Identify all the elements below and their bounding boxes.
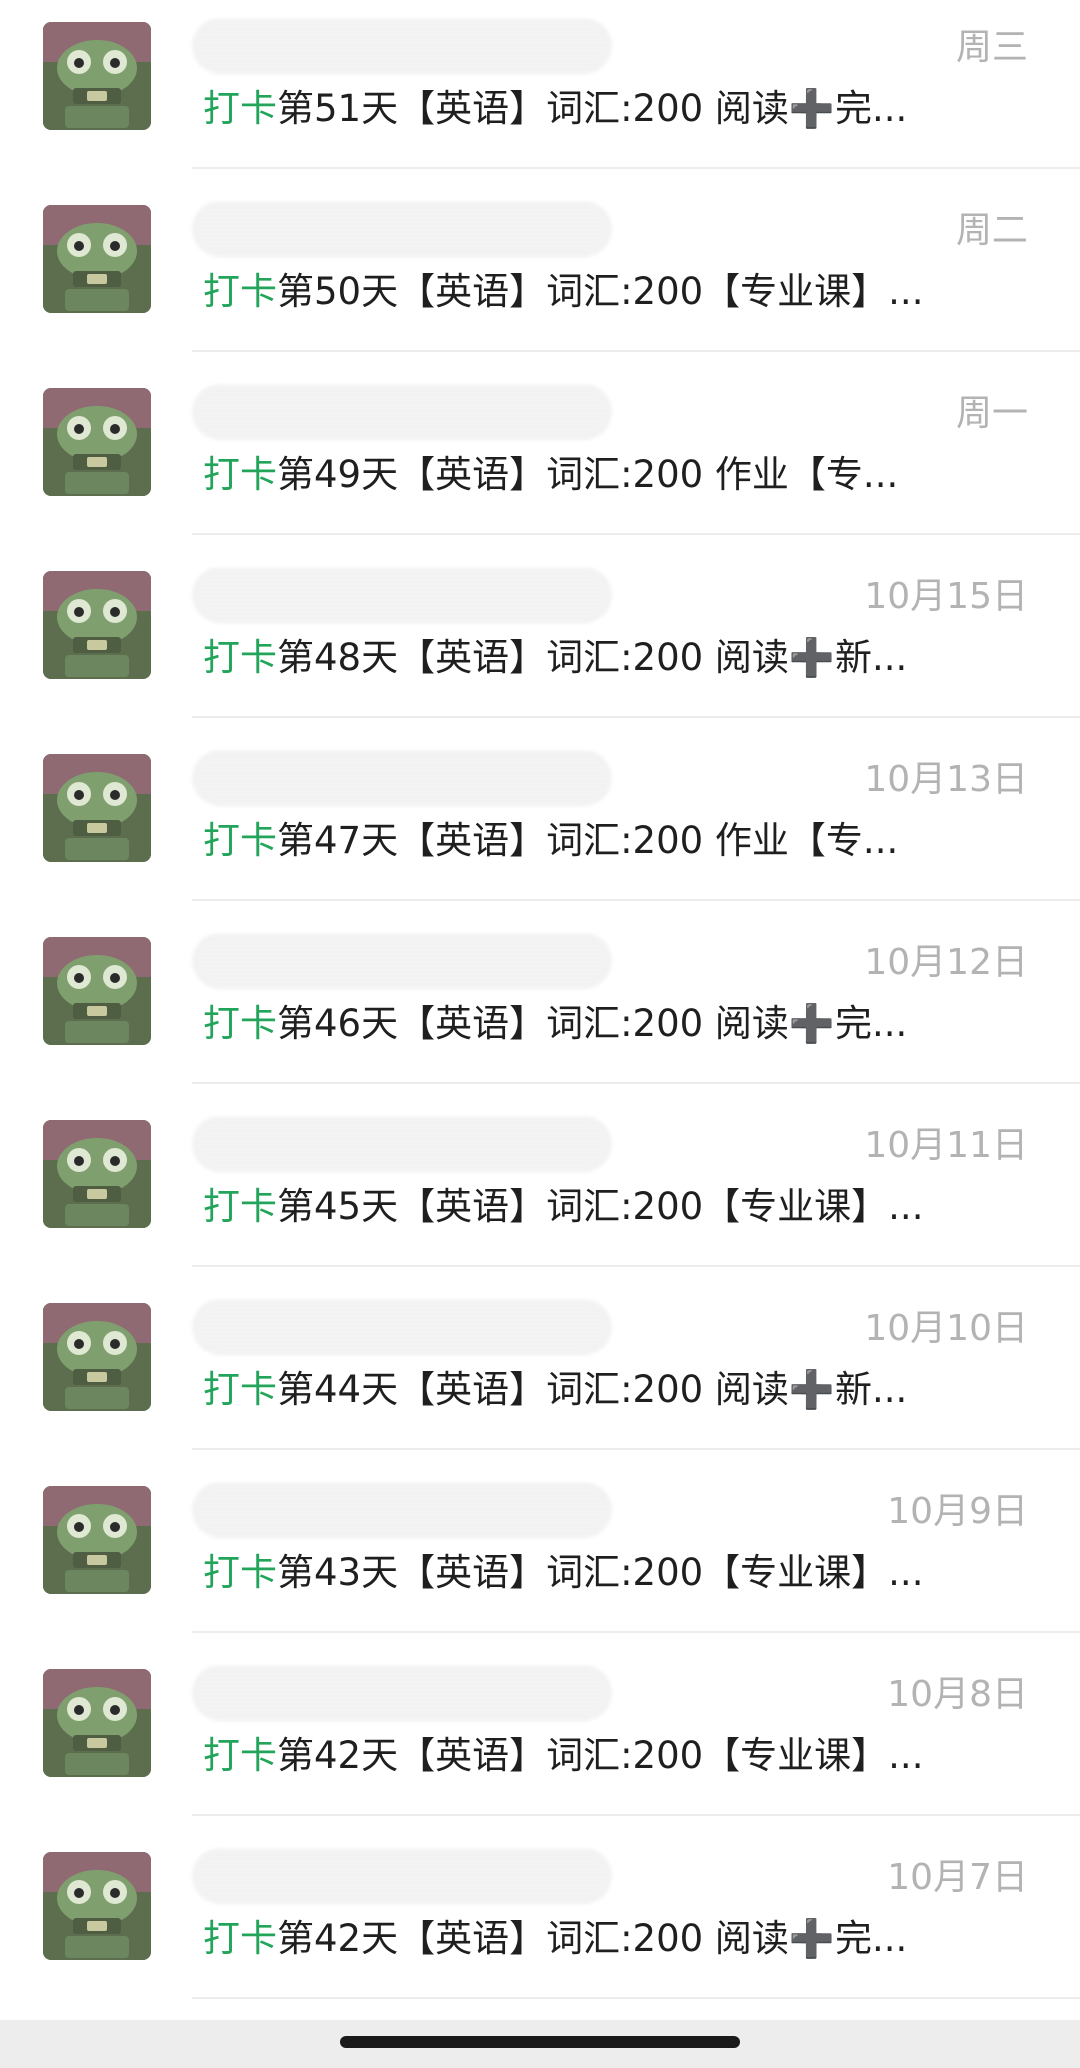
chat-preview-text: 第45天【英语】词汇:200【专业课】...	[277, 1185, 924, 1228]
avatar[interactable]	[43, 22, 151, 130]
avatar[interactable]	[43, 1669, 151, 1777]
chat-time: 周一	[955, 393, 1028, 434]
checkin-tag: 打卡	[203, 1551, 277, 1594]
avatar[interactable]	[43, 754, 151, 862]
avatar[interactable]	[43, 571, 151, 679]
redacted-contact-name	[192, 18, 612, 74]
redacted-contact-name	[192, 933, 612, 989]
checkin-tag: 打卡	[203, 1185, 277, 1228]
divider	[192, 1082, 1080, 1084]
avatar[interactable]	[43, 388, 151, 496]
chat-time: 10月10日	[864, 1308, 1028, 1349]
chat-preview-text: 第46天【英语】词汇:200 阅读➕完...	[277, 1002, 908, 1045]
divider	[192, 533, 1080, 535]
checkin-tag: 打卡	[203, 270, 277, 313]
redacted-contact-name	[192, 1299, 612, 1355]
chat-preview: 打卡第49天【英语】词汇:200 作业【专...	[203, 450, 1003, 500]
divider	[192, 1631, 1080, 1633]
chat-preview-text: 第48天【英语】词汇:200 阅读➕新...	[277, 636, 908, 679]
chat-preview: 打卡第42天【英语】词汇:200 阅读➕完...	[203, 1914, 1003, 1964]
avatar[interactable]	[43, 937, 151, 1045]
chat-time: 10月11日	[864, 1125, 1028, 1166]
chat-item[interactable]: 10月8日打卡第42天【英语】词汇:200【专业课】...	[0, 1647, 1080, 1830]
home-bar-area	[0, 2020, 1080, 2068]
checkin-tag: 打卡	[203, 1368, 277, 1411]
home-indicator[interactable]	[340, 2036, 740, 2048]
divider	[192, 899, 1080, 901]
chat-preview: 打卡第50天【英语】词汇:200【专业课】...	[203, 267, 1003, 317]
chat-preview-text: 第47天【英语】词汇:200 作业【专...	[277, 819, 899, 862]
chat-preview: 打卡第45天【英语】词汇:200【专业课】...	[203, 1182, 1003, 1232]
redacted-contact-name	[192, 1848, 612, 1904]
chat-item[interactable]: 10月9日打卡第43天【英语】词汇:200【专业课】...	[0, 1464, 1080, 1647]
chat-preview: 打卡第46天【英语】词汇:200 阅读➕完...	[203, 999, 1003, 1049]
divider	[192, 716, 1080, 718]
checkin-tag: 打卡	[203, 1917, 277, 1960]
avatar[interactable]	[43, 1852, 151, 1960]
chat-preview-text: 第49天【英语】词汇:200 作业【专...	[277, 453, 899, 496]
divider	[192, 1448, 1080, 1450]
divider	[192, 167, 1080, 169]
divider	[192, 1265, 1080, 1267]
redacted-contact-name	[192, 1665, 612, 1721]
chat-preview-text: 第51天【英语】词汇:200 阅读➕完...	[277, 87, 908, 130]
divider	[192, 1997, 1080, 1999]
chat-preview: 打卡第47天【英语】词汇:200 作业【专...	[203, 816, 1003, 866]
checkin-tag: 打卡	[203, 636, 277, 679]
chat-preview: 打卡第42天【英语】词汇:200【专业课】...	[203, 1731, 1003, 1781]
chat-list: 周三 打卡第51天【英语】词汇:200 阅读➕完... 周二 打卡第50天【英语】词…	[0, 0, 1080, 2020]
avatar[interactable]	[43, 1486, 151, 1594]
chat-item[interactable]: 周三打卡第51天【英语】词汇:200 阅读➕完...	[0, 0, 1080, 183]
chat-time: 10月9日	[887, 1491, 1028, 1532]
chat-item[interactable]: 10月15日打卡第48天【英语】词汇:200 阅读➕新...	[0, 549, 1080, 732]
chat-preview: 打卡第44天【英语】词汇:200 阅读➕新...	[203, 1365, 1003, 1415]
checkin-tag: 打卡	[203, 87, 277, 130]
chat-item[interactable]: 10月12日打卡第46天【英语】词汇:200 阅读➕完...	[0, 915, 1080, 1098]
chat-time: 10月13日	[864, 759, 1028, 800]
checkin-tag: 打卡	[203, 453, 277, 496]
chat-preview: 打卡第43天【英语】词汇:200【专业课】...	[203, 1548, 1003, 1598]
chat-preview-text: 第43天【英语】词汇:200【专业课】...	[277, 1551, 924, 1594]
avatar[interactable]	[43, 1120, 151, 1228]
checkin-tag: 打卡	[203, 819, 277, 862]
chat-preview-text: 第42天【英语】词汇:200 阅读➕完...	[277, 1917, 908, 1960]
chat-preview-text: 第44天【英语】词汇:200 阅读➕新...	[277, 1368, 908, 1411]
redacted-contact-name	[192, 567, 612, 623]
divider	[192, 350, 1080, 352]
chat-time: 周三	[955, 27, 1028, 68]
chat-item[interactable]: 10月7日打卡第42天【英语】词汇:200 阅读➕完...	[0, 1830, 1080, 2013]
divider	[192, 1814, 1080, 1816]
chat-time: 周二	[955, 210, 1028, 251]
chat-time: 10月12日	[864, 942, 1028, 983]
avatar[interactable]	[43, 1303, 151, 1411]
chat-item[interactable]: 10月10日打卡第44天【英语】词汇:200 阅读➕新...	[0, 1281, 1080, 1464]
chat-item[interactable]: 10月11日打卡第45天【英语】词汇:200【专业课】...	[0, 1098, 1080, 1281]
redacted-contact-name	[192, 384, 612, 440]
checkin-tag: 打卡	[203, 1734, 277, 1777]
chat-time: 10月8日	[887, 1674, 1028, 1715]
chat-time: 10月15日	[864, 576, 1028, 617]
redacted-contact-name	[192, 201, 612, 257]
checkin-tag: 打卡	[203, 1002, 277, 1045]
chat-time: 10月7日	[887, 1857, 1028, 1898]
chat-preview: 打卡第48天【英语】词汇:200 阅读➕新...	[203, 633, 1003, 683]
redacted-contact-name	[192, 1116, 612, 1172]
redacted-contact-name	[192, 750, 612, 806]
chat-item[interactable]: 10月13日打卡第47天【英语】词汇:200 作业【专...	[0, 732, 1080, 915]
redacted-contact-name	[192, 1482, 612, 1538]
chat-preview-text: 第42天【英语】词汇:200【专业课】...	[277, 1734, 924, 1777]
chat-preview-text: 第50天【英语】词汇:200【专业课】...	[277, 270, 924, 313]
chat-item[interactable]: 周一打卡第49天【英语】词汇:200 作业【专...	[0, 366, 1080, 549]
avatar[interactable]	[43, 205, 151, 313]
chat-item[interactable]: 周二打卡第50天【英语】词汇:200【专业课】...	[0, 183, 1080, 366]
chat-preview: 打卡第51天【英语】词汇:200 阅读➕完...	[203, 84, 1003, 134]
